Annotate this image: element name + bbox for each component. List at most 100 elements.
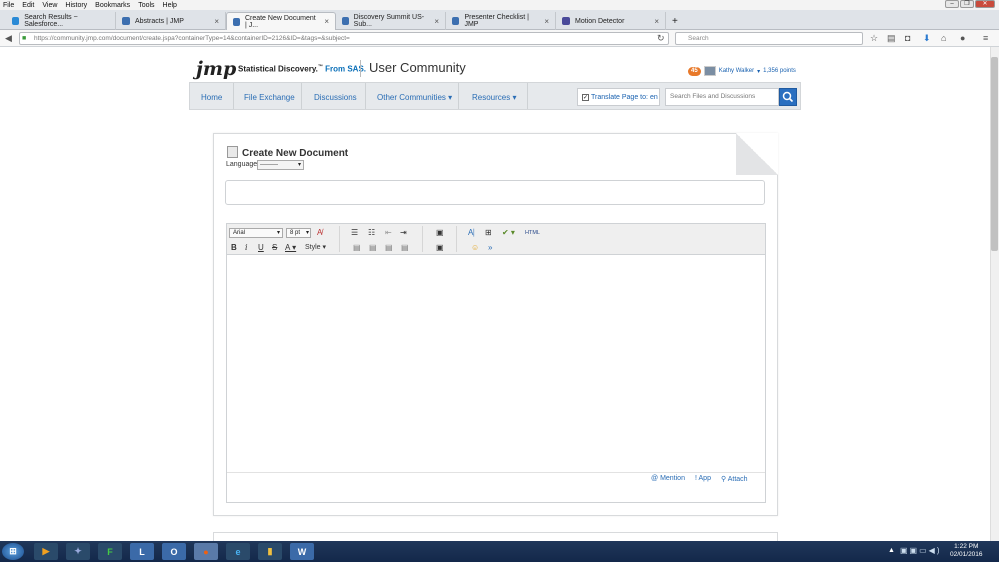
close-tab-icon[interactable]: × xyxy=(544,17,549,26)
outdent-icon[interactable]: ⇤ xyxy=(385,228,392,237)
align-right-icon[interactable]: ▤ xyxy=(385,243,393,252)
text-color-button[interactable]: A ▾ xyxy=(285,243,296,252)
nav-resources[interactable]: Resources ▾ xyxy=(472,93,517,102)
network-app-icon[interactable]: ✦ xyxy=(66,543,90,560)
tab-presenter-checklist[interactable]: Presenter Checklist | JMP × xyxy=(446,12,556,30)
reading-list-icon[interactable]: ▤ xyxy=(887,34,896,43)
search-button[interactable] xyxy=(779,88,797,106)
new-tab-button[interactable]: + xyxy=(666,12,684,30)
firefox-icon[interactable]: ● xyxy=(194,543,218,560)
numbered-list-icon[interactable]: ☷ xyxy=(368,228,375,237)
reload-icon[interactable]: ↻ xyxy=(657,34,665,43)
align-left-icon[interactable]: ▤ xyxy=(353,243,361,252)
chat-icon[interactable]: ● xyxy=(960,34,965,43)
align-center-icon[interactable]: ▤ xyxy=(369,243,377,252)
url-bar[interactable]: https://community.jmp.com/document/creat… xyxy=(19,32,669,45)
document-title-input[interactable] xyxy=(225,180,765,205)
downloads-icon[interactable]: ⬇ xyxy=(923,34,931,43)
tray-expand-icon[interactable]: ▲ xyxy=(888,547,895,554)
menu-view[interactable]: View xyxy=(42,2,57,9)
nav-separator xyxy=(365,83,366,109)
jmp-app-icon[interactable]: F xyxy=(98,543,122,560)
indent-icon[interactable]: ⇥ xyxy=(400,228,407,237)
nav-file-exchange[interactable]: File Exchange xyxy=(244,93,295,102)
table-icon[interactable]: ⊞ xyxy=(485,228,492,237)
strikethrough-button[interactable]: S xyxy=(272,243,277,252)
minimize-button[interactable]: – xyxy=(945,0,959,8)
translate-checkbox[interactable]: ✓ xyxy=(582,93,589,101)
tagline: Statistical Discovery.™ From SAS. xyxy=(238,64,366,74)
close-tab-icon[interactable]: × xyxy=(324,17,329,26)
more-options-icon[interactable]: » xyxy=(488,243,492,252)
link-icon[interactable]: A⎸ xyxy=(468,228,481,237)
rich-text-editor[interactable] xyxy=(226,223,766,503)
navigation-toolbar: ◀ https://community.jmp.com/document/cre… xyxy=(0,30,999,47)
media-player-icon[interactable]: ▶ xyxy=(34,543,58,560)
user-name[interactable]: Kathy Walker xyxy=(719,68,754,74)
nav-home[interactable]: Home xyxy=(201,93,222,102)
justify-icon[interactable]: ▤ xyxy=(401,243,409,252)
back-icon[interactable]: ◀ xyxy=(5,34,12,43)
menu-edit[interactable]: Edit xyxy=(22,2,34,9)
nav-other-communities[interactable]: Other Communities ▾ xyxy=(377,93,452,102)
bold-button[interactable]: B xyxy=(231,243,237,252)
file-explorer-icon[interactable]: ▮ xyxy=(258,543,282,560)
close-tab-icon[interactable]: × xyxy=(434,17,439,26)
tab-create-document[interactable]: Create New Document | J... × xyxy=(226,12,336,30)
spellcheck-icon[interactable]: ✔ ▾ xyxy=(502,228,515,237)
scrollbar-thumb[interactable] xyxy=(991,57,998,251)
nav-discussions[interactable]: Discussions xyxy=(314,93,357,102)
user-dropdown-icon[interactable]: ▾ xyxy=(757,68,760,75)
outlook-icon[interactable]: O xyxy=(162,543,186,560)
bookmark-star-icon[interactable]: ☆ xyxy=(870,34,878,43)
toolbar-separator xyxy=(422,226,423,252)
start-button[interactable]: ⊞ xyxy=(2,543,24,560)
italic-button[interactable]: i xyxy=(245,243,248,252)
points-badge[interactable]: 45 xyxy=(688,66,701,76)
lync-icon[interactable]: L xyxy=(130,543,154,560)
maximize-button[interactable]: ❐ xyxy=(960,0,974,8)
web-search-input[interactable]: Search xyxy=(675,32,863,45)
jmp-logo[interactable]: jmp xyxy=(196,58,236,80)
hamburger-menu-icon[interactable]: ≡ xyxy=(983,34,988,43)
menu-help[interactable]: Help xyxy=(163,2,177,9)
menu-file[interactable]: File xyxy=(3,2,14,9)
video-icon[interactable]: ▣ xyxy=(436,243,444,252)
taskbar-clock[interactable]: 1:22 PM 02/01/2016 xyxy=(950,543,983,559)
site-search-input[interactable]: Search Files and Discussions xyxy=(665,88,779,106)
language-select[interactable]: --------- ▾ xyxy=(257,160,304,170)
close-tab-icon[interactable]: × xyxy=(214,17,219,26)
translate-language[interactable]: en xyxy=(650,94,658,101)
internet-explorer-icon[interactable]: e xyxy=(226,543,250,560)
bullet-list-icon[interactable]: ☰ xyxy=(351,228,358,237)
clear-formatting-icon[interactable]: A̸ xyxy=(317,228,322,237)
image-icon[interactable]: ▣ xyxy=(436,228,444,237)
menu-bookmarks[interactable]: Bookmarks xyxy=(95,2,130,9)
pocket-icon[interactable]: ◘ xyxy=(905,34,910,43)
tab-abstracts[interactable]: Abstracts | JMP × xyxy=(116,12,226,30)
tab-motion-detector[interactable]: Motion Detector × xyxy=(556,12,666,30)
close-window-button[interactable]: ✕ xyxy=(975,0,995,8)
translate-page[interactable]: ✓ Translate Page to: en xyxy=(577,88,660,106)
font-family-select[interactable]: Arial ▾ xyxy=(229,228,283,238)
tab-search-results[interactable]: Search Results ~ Salesforce... xyxy=(6,12,116,30)
mention-button[interactable]: @ Mention xyxy=(651,475,685,482)
lock-icon: ■ xyxy=(22,35,27,42)
close-tab-icon[interactable]: × xyxy=(654,17,659,26)
nav-separator xyxy=(527,83,528,109)
style-dropdown[interactable]: Style ▾ xyxy=(305,243,326,252)
html-button[interactable]: HTML xyxy=(525,229,540,238)
home-icon[interactable]: ⌂ xyxy=(941,34,946,43)
app-button[interactable]: ! App xyxy=(695,475,711,482)
attach-button[interactable]: ⚲ Attach xyxy=(721,475,748,483)
word-icon[interactable]: W xyxy=(290,543,314,560)
underline-button[interactable]: U xyxy=(258,243,264,252)
user-points[interactable]: 1,356 points xyxy=(763,68,796,74)
tab-discovery-summit[interactable]: Discovery Summit US- Sub... × xyxy=(336,12,446,30)
system-tray-icons[interactable]: ▣▣▭◀) xyxy=(900,546,942,555)
menu-history[interactable]: History xyxy=(65,2,87,9)
avatar[interactable] xyxy=(703,66,716,76)
font-size-select[interactable]: 8 pt ▾ xyxy=(286,228,311,238)
emoticon-icon[interactable]: ☺ xyxy=(471,243,479,252)
menu-tools[interactable]: Tools xyxy=(138,2,154,9)
